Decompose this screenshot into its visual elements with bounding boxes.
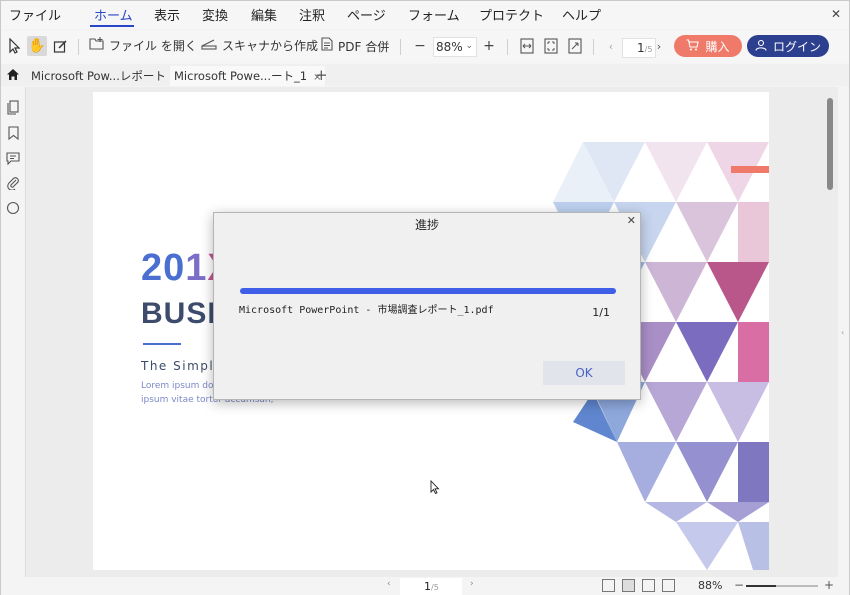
menu-protect[interactable]: プロテクト: [479, 5, 544, 24]
menu-page[interactable]: ページ: [347, 5, 386, 24]
year-part-b: 1: [185, 247, 208, 289]
toolbar-separator: [78, 39, 79, 55]
previous-page-icon[interactable]: ‹: [387, 579, 391, 589]
active-menu-underline: [90, 25, 134, 27]
edit-tool-icon[interactable]: [50, 36, 70, 56]
zoom-slider[interactable]: [746, 585, 818, 587]
single-page-view-icon[interactable]: [602, 579, 615, 592]
progress-count: 1/1: [592, 306, 610, 319]
status-bar: ‹ 1/5 › 88% − +: [1, 577, 849, 595]
folder-plus-icon: [89, 37, 104, 54]
menu-edit[interactable]: 編集: [251, 5, 277, 24]
zoom-slider-fill: [746, 585, 776, 587]
mouse-cursor-icon: [430, 480, 440, 494]
tab-document-2[interactable]: Microsoft Powe...ート_1 ×: [170, 66, 326, 86]
menu-home[interactable]: ホーム: [94, 5, 133, 24]
progress-dialog: 進捗 ✕ Microsoft PowerPoint - 市場調査レポート_1.p…: [213, 212, 641, 400]
buy-button[interactable]: 購入: [674, 35, 742, 57]
tab-label: Microsoft Powe...ート_1: [174, 69, 308, 83]
close-icon[interactable]: ✕: [831, 7, 841, 21]
continuous-view-icon[interactable]: [622, 579, 635, 592]
select-cursor-icon[interactable]: [5, 36, 25, 56]
previous-page-icon[interactable]: ‹: [601, 36, 621, 56]
thumbnails-icon[interactable]: [5, 99, 21, 115]
fit-page-icon[interactable]: [541, 36, 561, 56]
zoom-in-icon[interactable]: +: [479, 36, 499, 56]
search-icon[interactable]: [5, 200, 21, 216]
page-subtitle: The Simple: [141, 359, 224, 373]
toolbar-separator: [507, 39, 508, 55]
toolbar-separator: [593, 39, 594, 55]
progress-bar: [240, 288, 616, 294]
heading-underline: [143, 343, 181, 345]
year-part-a: 20: [141, 247, 186, 289]
two-page-view-icon[interactable]: [642, 579, 655, 592]
menu-file[interactable]: ファイル: [9, 5, 61, 24]
menu-view[interactable]: 表示: [154, 5, 180, 24]
red-label-tag: [731, 166, 769, 173]
menu-form[interactable]: フォーム: [408, 5, 460, 24]
menu-annotate[interactable]: 注釈: [299, 5, 325, 24]
next-page-icon[interactable]: ›: [470, 579, 474, 589]
create-from-scanner-button[interactable]: スキャナから作成: [201, 37, 318, 54]
scanner-label: スキャナから作成: [222, 39, 319, 53]
menu-bar: ファイル ホーム 表示 変換 編集 注釈 ページ フォーム プロテクト ヘルプ …: [1, 1, 849, 29]
toolbar: ✋ ファイル を開く スキャナから作成 PDF 合併 − 88% ⌄ + ‹ 1…: [1, 31, 849, 63]
attachment-icon[interactable]: [5, 175, 21, 191]
rotate-page-icon[interactable]: [565, 36, 585, 56]
add-tab-icon[interactable]: +: [315, 66, 328, 84]
merge-pdf-button[interactable]: PDF 合併: [321, 37, 389, 55]
user-icon: [755, 39, 767, 54]
login-label: ログイン: [772, 39, 821, 54]
close-icon[interactable]: ✕: [627, 214, 636, 227]
open-file-label: ファイル を開く: [109, 39, 197, 53]
toolbar-separator: [400, 39, 401, 55]
app-window: ファイル ホーム 表示 変換 編集 注釈 ページ フォーム プロテクト ヘルプ …: [0, 0, 850, 595]
merge-label: PDF 合併: [338, 39, 390, 54]
progress-file-name: Microsoft PowerPoint - 市場調査レポート_1.pdf: [239, 305, 494, 316]
zoom-in-icon[interactable]: +: [824, 578, 834, 592]
login-button[interactable]: ログイン: [747, 35, 829, 57]
zoom-out-icon[interactable]: −: [734, 578, 744, 592]
expand-right-panel-icon[interactable]: ‹: [841, 328, 844, 337]
bookmark-icon[interactable]: [5, 125, 21, 141]
tab-bar: Microsoft Pow...レポート× Microsoft Powe...ー…: [1, 64, 849, 86]
zoom-select[interactable]: 88% ⌄: [433, 37, 477, 57]
status-page-input[interactable]: 1/5: [400, 578, 462, 595]
fit-width-icon[interactable]: [517, 36, 537, 56]
tab-label: Microsoft Pow...レポート: [31, 69, 166, 83]
status-zoom-value: 88%: [698, 579, 723, 592]
thumbnail-view-icon[interactable]: [662, 579, 675, 592]
vertical-scrollbar[interactable]: [827, 98, 833, 190]
zoom-value: 88%: [436, 40, 463, 54]
next-page-icon[interactable]: ›: [649, 36, 669, 56]
status-page-current: 1: [424, 580, 431, 593]
page-current: 1: [637, 41, 645, 55]
menu-convert[interactable]: 変換: [202, 5, 228, 24]
page-business-heading: BUSI: [141, 297, 217, 330]
chevron-down-icon: ⌄: [465, 41, 473, 51]
status-page-total: /5: [431, 583, 439, 592]
dialog-title: 進捗: [414, 218, 439, 232]
cart-icon: [686, 38, 700, 54]
comment-icon[interactable]: [5, 150, 21, 166]
zoom-out-icon[interactable]: −: [410, 36, 430, 56]
home-icon[interactable]: [6, 68, 20, 82]
open-file-button[interactable]: ファイル を開く: [89, 37, 197, 54]
left-sidebar: [1, 87, 25, 577]
buy-label: 購入: [705, 39, 730, 54]
document-icon: [321, 37, 333, 55]
tab-document-1[interactable]: Microsoft Pow...レポート×: [27, 66, 184, 86]
progress-bar-fill: [240, 288, 616, 294]
hand-tool-icon[interactable]: ✋: [27, 36, 47, 56]
scanner-icon: [201, 38, 217, 54]
menu-help[interactable]: ヘルプ: [562, 5, 601, 24]
ok-button[interactable]: OK: [543, 361, 625, 385]
